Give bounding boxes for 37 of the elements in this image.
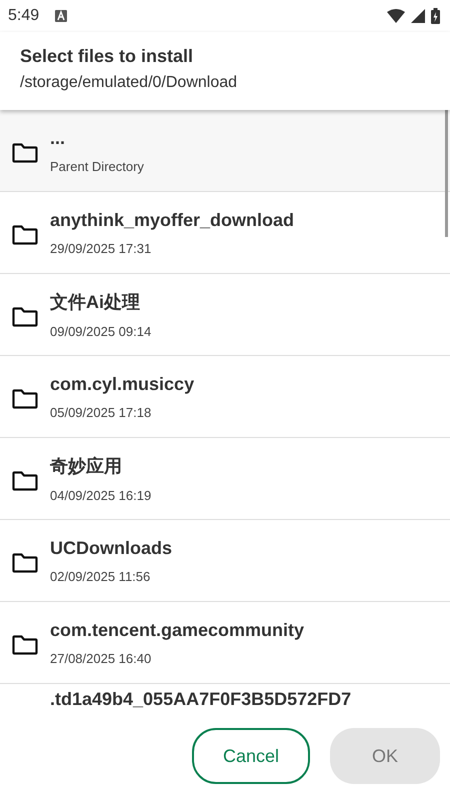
parent-directory-row[interactable]: ... Parent Directory xyxy=(0,110,450,192)
notification-icon xyxy=(55,10,68,22)
folder-row[interactable]: 奇妙应用 04/09/2025 16:19 xyxy=(0,438,450,520)
folder-icon xyxy=(12,306,38,326)
folder-name: 奇妙应用 xyxy=(50,455,123,478)
status-time: 5:49 xyxy=(8,7,40,25)
folder-name: com.tencent.gamecommunity xyxy=(50,620,304,640)
dialog-title: Select files to install xyxy=(20,46,194,67)
folder-date: 05/09/2025 17:18 xyxy=(50,404,152,420)
wifi-icon xyxy=(387,9,405,23)
folder-row[interactable]: UCDownloads 02/09/2025 11:56 xyxy=(0,520,450,602)
folder-name: 文件Ai处理 xyxy=(50,291,141,314)
folder-date: 29/09/2025 17:31 xyxy=(50,240,152,256)
folder-icon xyxy=(12,634,38,654)
folder-date: 09/09/2025 09:14 xyxy=(50,324,152,339)
folder-row[interactable]: com.cyl.musiccy 05/09/2025 17:18 xyxy=(0,356,450,438)
folder-date: 27/08/2025 16:40 xyxy=(50,650,152,666)
folder-date: 04/09/2025 16:19 xyxy=(50,488,152,503)
folder-icon xyxy=(12,142,38,162)
directory-path: /storage/emulated/0/Download xyxy=(20,74,238,92)
cancel-button[interactable]: Cancel xyxy=(192,728,310,784)
folder-name: anythink_myoffer_download xyxy=(50,210,294,230)
folder-icon xyxy=(12,470,38,490)
folder-name: UCDownloads xyxy=(50,538,172,558)
folder-name: ... xyxy=(50,128,66,148)
folder-name: .td1a49b4_055AA7F0F3B5D572FD7 xyxy=(50,689,352,709)
folder-date: 02/09/2025 11:56 xyxy=(50,568,152,584)
folder-row[interactable]: 文件Ai处理 09/09/2025 09:14 xyxy=(0,274,450,356)
folder-row[interactable]: com.tencent.gamecommunity 27/08/2025 16:40 xyxy=(0,602,450,684)
signal-icon xyxy=(411,9,425,23)
folder-name: com.cyl.musiccy xyxy=(50,374,194,394)
battery-icon xyxy=(431,8,440,24)
folder-date: Parent Directory xyxy=(50,158,144,174)
folder-icon xyxy=(12,224,38,244)
folder-icon xyxy=(12,388,38,408)
folder-icon xyxy=(12,552,38,572)
scrollbar[interactable] xyxy=(445,110,448,237)
